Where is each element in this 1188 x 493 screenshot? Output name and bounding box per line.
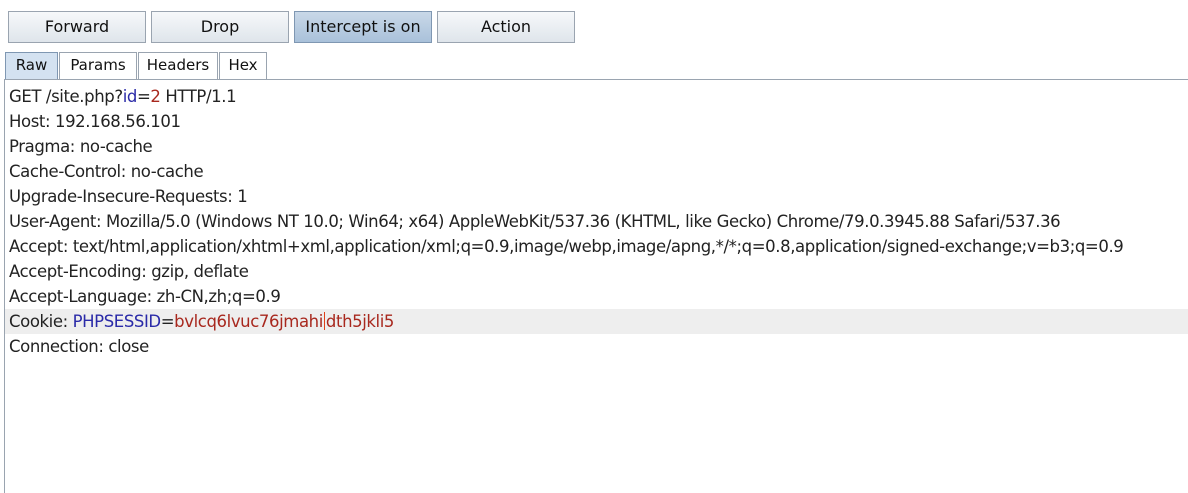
header-connection: Connection: close [9,337,149,356]
text-caret [323,312,325,330]
header-user-agent: User-Agent: Mozilla/5.0 (Windows NT 10.0… [9,212,1061,231]
forward-button[interactable]: Forward [8,11,146,43]
action-button[interactable]: Action [437,11,575,43]
cookie-value-start: bvlcq6lvuc76jmahi [174,312,323,331]
header-accept-language: Accept-Language: zh-CN,zh;q=0.9 [9,287,281,306]
header-pragma: Pragma: no-cache [9,137,153,156]
tab-hex[interactable]: Hex [219,52,267,79]
param-equals: = [136,87,151,106]
tab-headers[interactable]: Headers [138,52,218,79]
header-upgrade-insecure-requests: Upgrade-Insecure-Requests: 1 [9,187,248,206]
raw-request-editor[interactable]: GET /site.php?id=2 HTTP/1.1 Host: 192.16… [4,79,1188,493]
header-accept-encoding: Accept-Encoding: gzip, deflate [9,262,249,281]
partial-icon [0,0,26,6]
request-line: GET /site.php?id=2 HTTP/1.1 [9,84,237,109]
header-host: Host: 192.168.56.101 [9,112,181,131]
tab-raw[interactable]: Raw [5,52,58,79]
cookie-value-end: dth5jkli5 [325,312,395,331]
toolbar: Forward Drop Intercept is on Action [0,0,1188,50]
header-cache-control: Cache-Control: no-cache [9,162,204,181]
drop-button[interactable]: Drop [151,11,289,43]
cookie-equals: = [160,312,175,331]
tab-params[interactable]: Params [59,52,137,79]
request-method-path: GET /site.php? [9,87,123,106]
header-cookie: Cookie: PHPSESSID=bvlcq6lvuc76jmahi dth5j… [5,309,1188,334]
param-value: 2 [150,87,161,106]
http-version: HTTP/1.1 [160,87,237,106]
intercept-toggle-button[interactable]: Intercept is on [294,11,432,43]
cookie-prefix: Cookie: [9,312,73,331]
header-accept: Accept: text/html,application/xhtml+xml,… [9,237,1124,256]
cookie-name: PHPSESSID [72,312,162,331]
param-name: id [122,87,138,106]
